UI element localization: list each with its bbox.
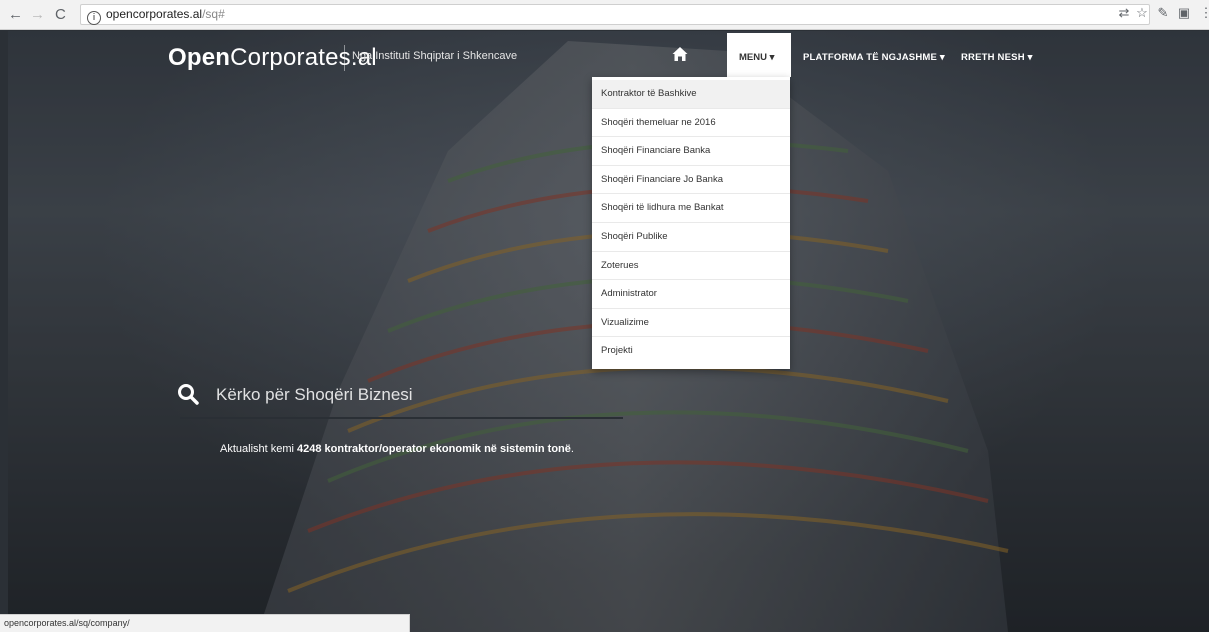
summary-text: Aktualisht kemi 4248 kontraktor/operator… (220, 443, 574, 455)
camera-icon[interactable]: ▣ (1176, 5, 1192, 21)
nav-rreth-button[interactable]: RRETH NESH ▾ (961, 52, 1033, 63)
back-button[interactable]: ← (8, 6, 23, 24)
search-icon[interactable] (177, 383, 199, 405)
dropdown-item[interactable]: Shoqëri Financiare Banka (592, 137, 790, 166)
reload-button[interactable]: C (55, 6, 66, 24)
url-path: /sq# (202, 7, 225, 21)
info-icon[interactable]: i (87, 11, 101, 25)
extension-icon[interactable]: ✎ (1155, 5, 1171, 21)
dropdown-item[interactable]: Kontraktor të Bashkive (592, 80, 790, 109)
search-underline (180, 417, 623, 419)
browser-menu-icon[interactable]: ⋮ (1198, 5, 1209, 21)
forward-button[interactable]: → (30, 6, 45, 24)
menu-dropdown: Kontraktor të Bashkive Shoqëri themeluar… (592, 77, 790, 369)
home-icon[interactable] (672, 46, 688, 62)
status-bar: opencorporates.al/sq/company/ (0, 614, 410, 632)
browser-toolbar: ← → C i opencorporates.al/sq# ⇄ ☆ ✎ ▣ ⋮ (0, 0, 1209, 30)
dropdown-item[interactable]: Zoterues (592, 252, 790, 281)
hero-section: OpenCorporates.al Nga Instituti Shqiptar… (8, 31, 1209, 632)
nav-menu-button[interactable]: MENU ▾ (727, 33, 791, 77)
dropdown-item[interactable]: Administrator (592, 280, 790, 309)
dropdown-item[interactable]: Shoqëri të lidhura me Bankat (592, 194, 790, 223)
address-bar[interactable]: i opencorporates.al/sq# (80, 4, 1150, 25)
brand-divider (344, 45, 345, 71)
dropdown-item[interactable]: Shoqëri themeluar ne 2016 (592, 109, 790, 138)
search-input[interactable] (216, 382, 636, 408)
brand-logo[interactable]: OpenCorporates.al (168, 44, 377, 72)
tagline: Nga Instituti Shqiptar i Shkencave (352, 50, 518, 62)
bookmark-star-icon[interactable]: ☆ (1134, 5, 1150, 21)
dropdown-item[interactable]: Shoqëri Publike (592, 223, 790, 252)
dropdown-item[interactable]: Projekti (592, 337, 790, 366)
nav-platforma-button[interactable]: PLATFORMA TË NGJASHME ▾ (803, 52, 945, 63)
dropdown-item[interactable]: Vizualizime (592, 309, 790, 338)
translate-icon[interactable]: ⇄ (1116, 5, 1132, 21)
dropdown-item[interactable]: Shoqëri Financiare Jo Banka (592, 166, 790, 195)
nav-menu-label: MENU ▾ (739, 52, 775, 63)
url-host: opencorporates.al (106, 7, 203, 21)
